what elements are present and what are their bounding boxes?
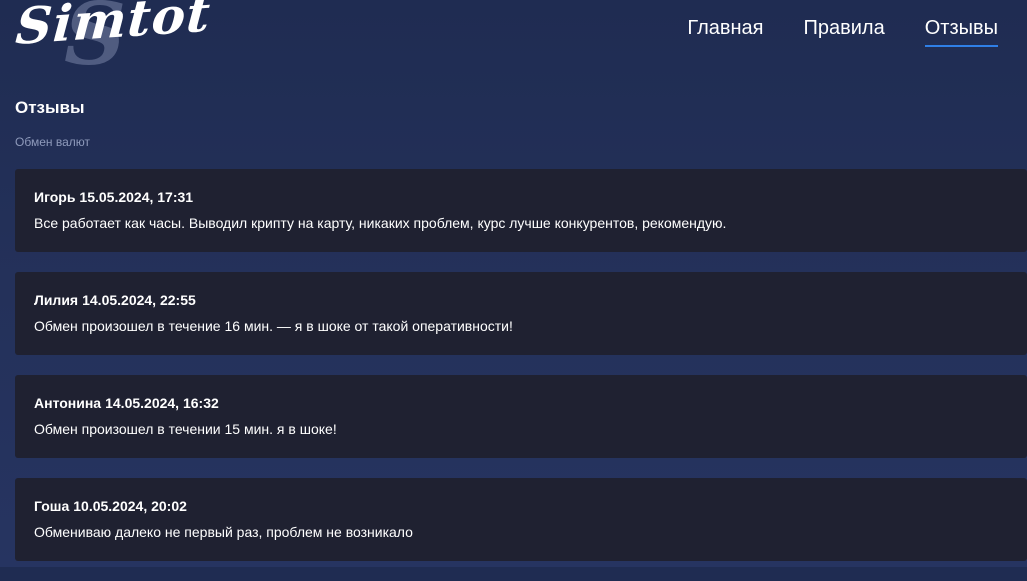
reviews-list: Игорь 15.05.2024, 17:31 Все работает как … — [15, 169, 1027, 581]
review-header: Лилия 14.05.2024, 22:55 — [34, 292, 1008, 309]
page-subtitle: Обмен валют — [15, 135, 90, 149]
review-author: Антонина — [34, 395, 102, 411]
logo[interactable]: S Simtot — [14, 0, 214, 80]
review-datetime: 14.05.2024, 22:55 — [82, 292, 196, 308]
logo-text: Simtot — [13, 0, 213, 56]
nav-item-rules[interactable]: Правила — [804, 17, 885, 47]
review-datetime: 15.05.2024, 17:31 — [79, 189, 194, 205]
review-author: Игорь — [34, 189, 76, 205]
review-header: Игорь 15.05.2024, 17:31 — [34, 189, 1008, 206]
review-card: Игорь 15.05.2024, 17:31 Все работает как … — [15, 169, 1027, 252]
review-text: Все работает как часы. Выводил крипту на… — [34, 215, 727, 231]
nav-item-home[interactable]: Главная — [687, 17, 763, 47]
review-text: Обмениваю далеко не первый раз, проблем … — [34, 524, 413, 540]
review-header: Гоша 10.05.2024, 20:02 — [34, 498, 1008, 515]
review-card: Антонина 14.05.2024, 16:32 Обмен произоше… — [15, 375, 1027, 458]
page-title: Отзывы — [15, 98, 85, 117]
nav-item-reviews[interactable]: Отзывы — [924, 17, 998, 47]
review-card: Лилия 14.05.2024, 22:55 Обмен произошел в… — [15, 272, 1027, 355]
review-datetime: 10.05.2024, 20:02 — [73, 498, 187, 514]
site-header: S Simtot Главная Правила Отзывы — [0, 0, 1027, 90]
review-card: Гоша 10.05.2024, 20:02 Обмениваю далеко н… — [15, 478, 1027, 561]
main-nav: Главная Правила Отзывы — [687, 17, 998, 47]
review-text: Обмен произошел в течение 16 мин. — я в … — [34, 318, 513, 334]
review-header: Антонина 14.05.2024, 16:32 — [34, 395, 1008, 412]
review-text: Обмен произошел в течении 15 мин. я в шо… — [34, 421, 337, 437]
review-datetime: 14.05.2024, 16:32 — [105, 395, 219, 411]
review-author: Гоша — [34, 498, 70, 514]
review-author: Лилия — [34, 292, 79, 308]
